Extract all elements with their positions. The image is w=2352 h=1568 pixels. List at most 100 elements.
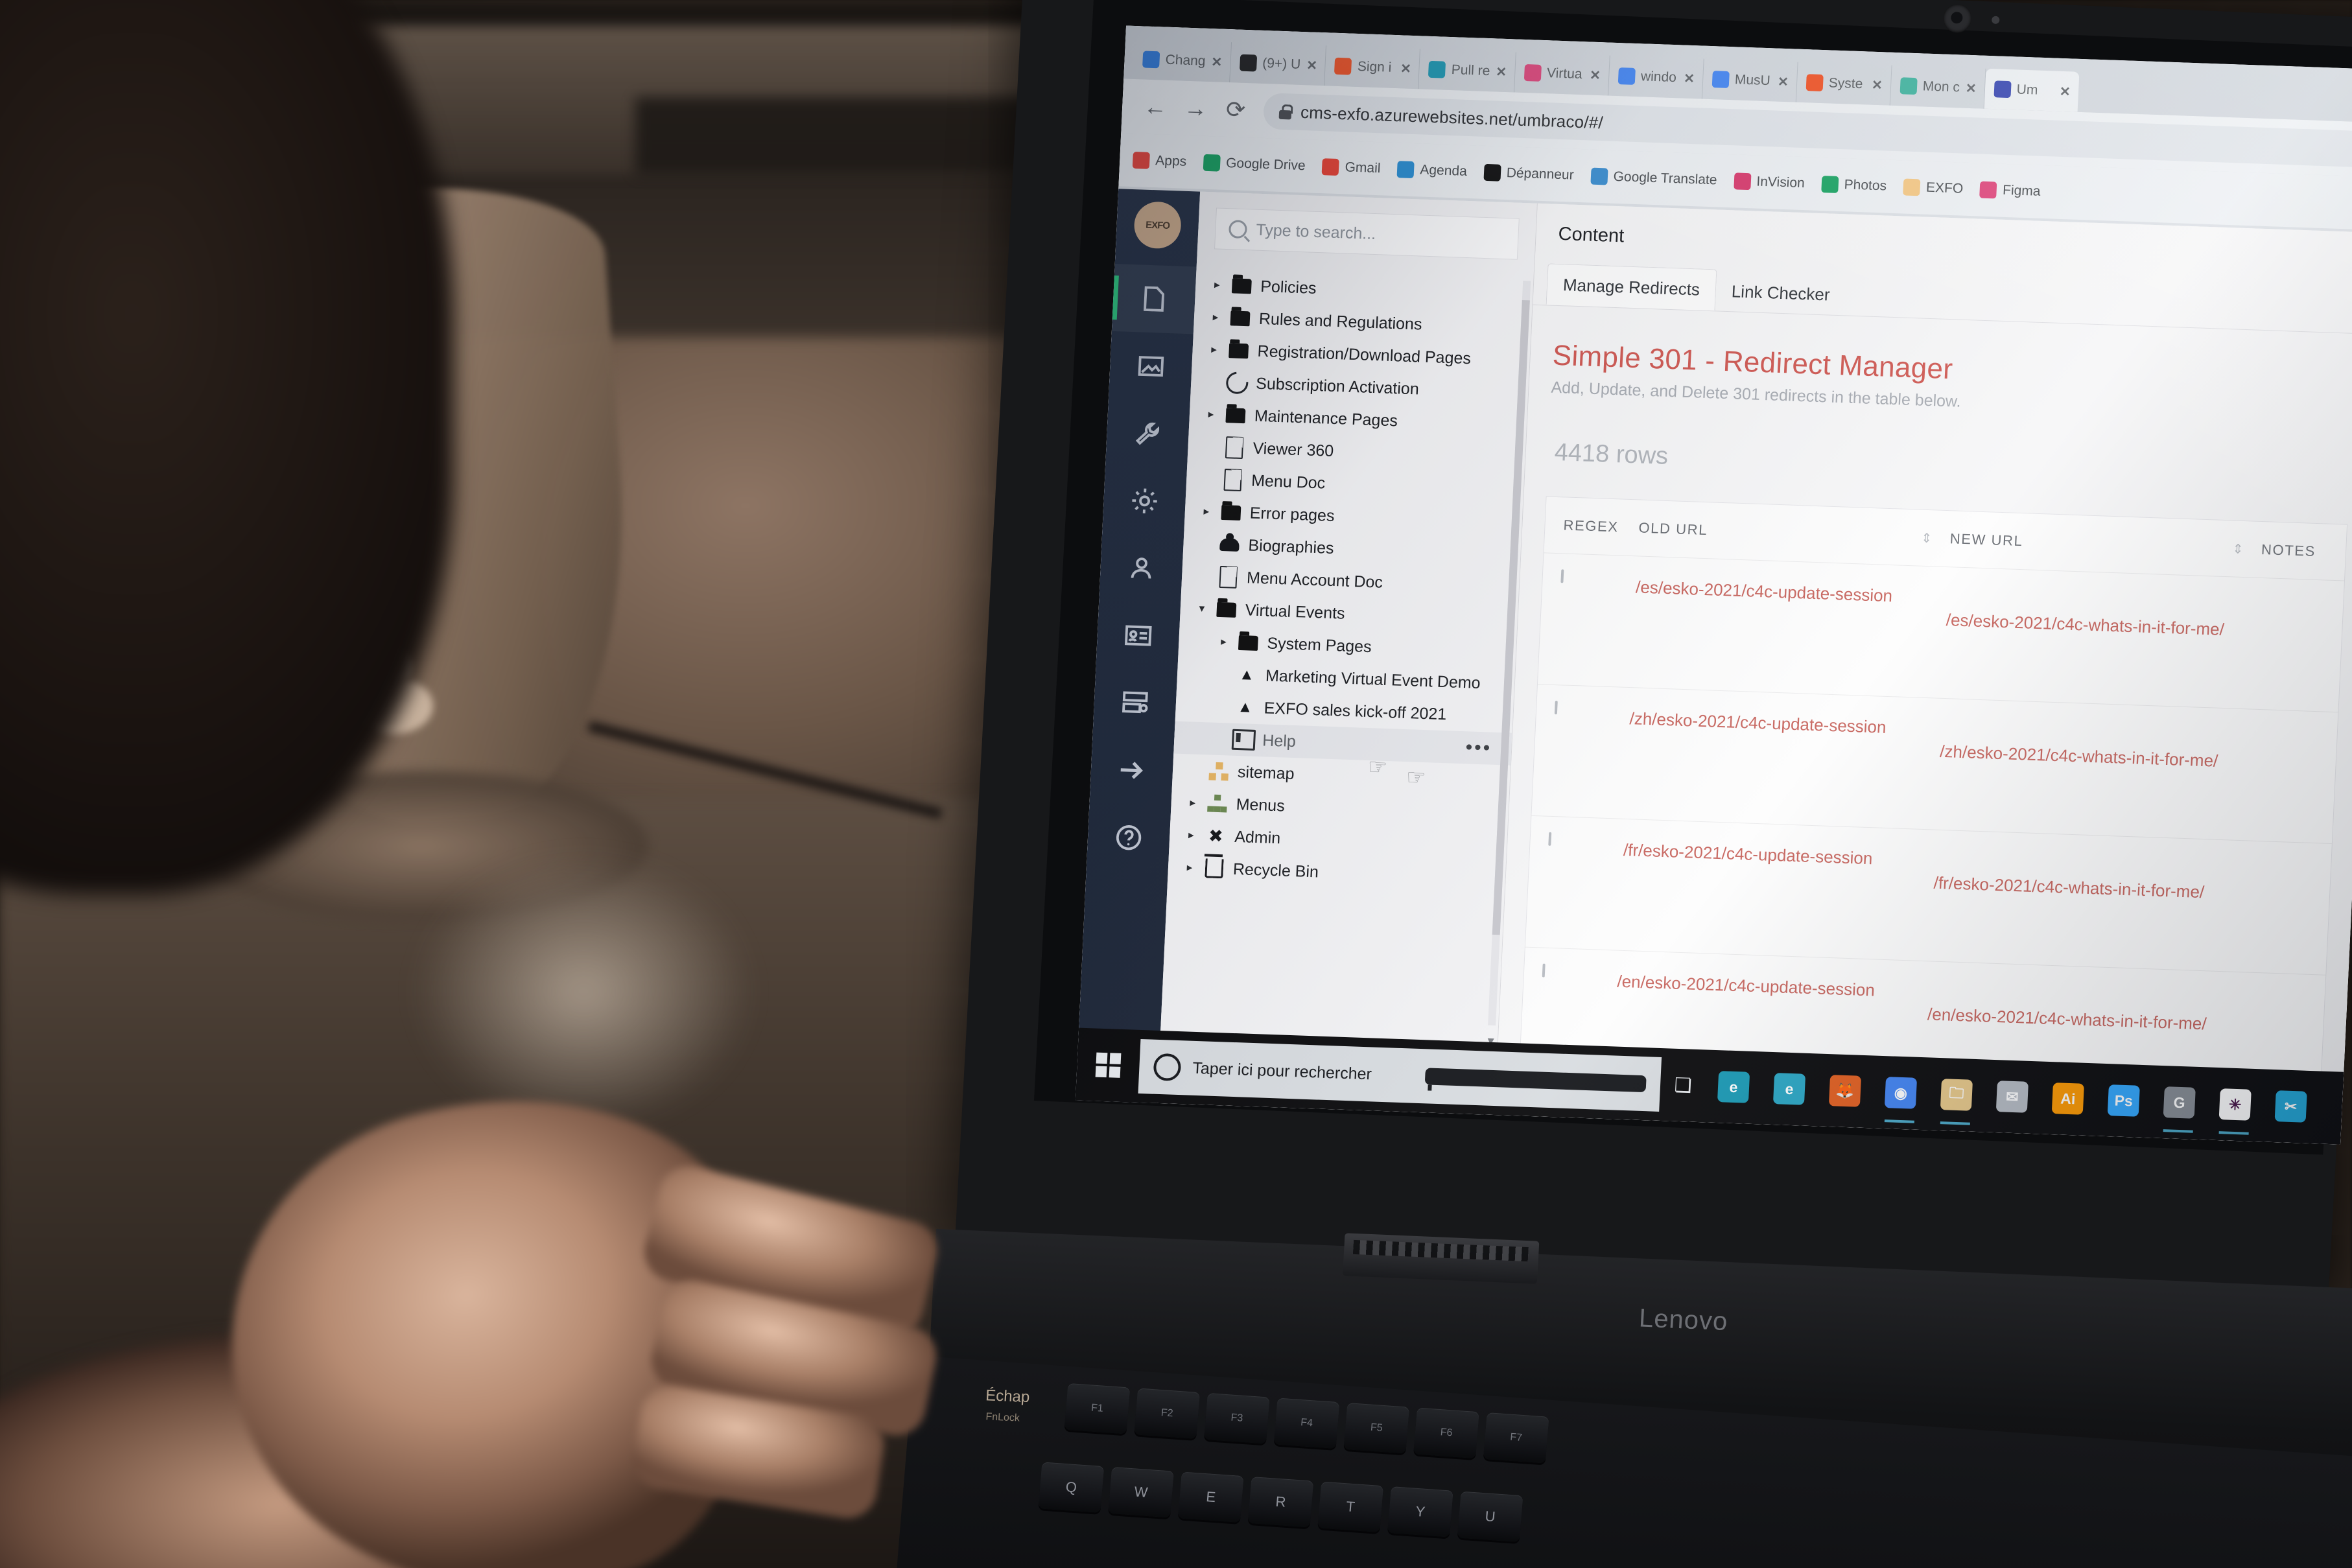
bookmark-item[interactable]: Google Translate — [1590, 167, 1717, 189]
row-select-cell[interactable] — [1560, 569, 1636, 585]
taskbar-app-firefox[interactable]: 🦊 — [1815, 1054, 1874, 1129]
content-tree[interactable]: ▸ Policies ▸ Rules and Regulations ▸ Registra… — [1157, 259, 1534, 1115]
close-icon[interactable]: ✕ — [1684, 70, 1695, 87]
sidebar-item-content[interactable] — [1111, 264, 1197, 334]
chevron-icon[interactable]: ▸ — [1195, 537, 1215, 551]
bookmark-item[interactable]: Apps — [1132, 151, 1187, 170]
search-input[interactable]: Type to search... — [1214, 207, 1520, 260]
row-select-cell[interactable] — [1542, 963, 1618, 979]
key-f2[interactable]: F2 — [1134, 1388, 1200, 1439]
chevron-icon[interactable]: ▸ — [1194, 570, 1214, 583]
taskbar-app-generic-app[interactable]: G — [2150, 1066, 2209, 1140]
sidebar-item-media[interactable] — [1109, 331, 1194, 401]
tab-manage-redirects[interactable]: Manage Redirects — [1546, 263, 1717, 311]
reload-button[interactable]: ⟳ — [1215, 89, 1257, 130]
close-icon[interactable]: ✕ — [1496, 64, 1507, 80]
row-select-cell[interactable] — [1548, 832, 1624, 848]
browser-tab[interactable]: Mon c ✕ — [1890, 65, 1986, 109]
key-e[interactable]: E — [1177, 1471, 1244, 1523]
close-icon[interactable]: ✕ — [1965, 80, 1977, 97]
browser-tab[interactable]: Chang ✕ — [1133, 38, 1232, 83]
key-f6[interactable]: F6 — [1413, 1407, 1479, 1459]
row-select-cell[interactable] — [1554, 701, 1630, 716]
close-icon[interactable]: ✕ — [1871, 76, 1883, 93]
chevron-icon[interactable]: ▸ — [1214, 635, 1234, 649]
chevron-icon[interactable]: ▸ — [1209, 732, 1229, 745]
chevron-icon[interactable]: ▸ — [1201, 408, 1221, 421]
column-header-notes[interactable]: NOTES — [2261, 541, 2346, 561]
key-f5[interactable]: F5 — [1343, 1402, 1410, 1454]
taskbar-app-slack[interactable]: ✳ — [2205, 1068, 2264, 1142]
sidebar-item-members[interactable] — [1096, 600, 1181, 670]
function-key-row[interactable]: F1 F2 F3 F4 F5 F6 F7 — [1064, 1383, 1549, 1464]
sort-icon[interactable]: ⇕ — [2232, 541, 2245, 557]
sidebar-item-forms[interactable] — [1092, 668, 1177, 738]
microphone-icon[interactable] — [1424, 1068, 1647, 1093]
row-checkbox[interactable] — [1542, 963, 1546, 977]
browser-tab[interactable]: Sign i ✕ — [1324, 45, 1421, 89]
close-icon[interactable]: ✕ — [1400, 60, 1412, 77]
escape-key-label[interactable]: Échap — [985, 1387, 1030, 1407]
chevron-icon[interactable]: ▸ — [1182, 796, 1203, 810]
chevron-icon[interactable]: ▸ — [1212, 668, 1232, 681]
row-checkbox[interactable] — [1554, 701, 1558, 715]
chevron-icon[interactable]: ▾ — [1192, 602, 1212, 615]
bookmark-item[interactable]: Dépanneur — [1483, 163, 1574, 184]
taskbar-app-google-chrome[interactable]: ◉ — [1871, 1056, 1930, 1130]
taskbar-app-microsoft-edge[interactable]: e — [1759, 1052, 1818, 1127]
chevron-icon[interactable]: ▸ — [1180, 861, 1200, 874]
taskbar-app-adobe-illustrator[interactable]: Ai — [2038, 1062, 2097, 1136]
sort-icon[interactable]: ⇕ — [1921, 530, 1934, 546]
key-q[interactable]: Q — [1038, 1462, 1105, 1513]
browser-tab[interactable]: (9+) U ✕ — [1229, 42, 1327, 86]
sidebar-item-developer[interactable] — [1102, 466, 1187, 536]
close-icon[interactable]: ✕ — [1211, 54, 1223, 71]
taskbar-app-outlook[interactable]: ✉ — [1982, 1060, 2041, 1134]
key-w[interactable]: W — [1108, 1466, 1174, 1518]
tree-item-options-button[interactable]: ••• — [1465, 736, 1492, 758]
taskbar-search-input[interactable]: Taper ici pour rechercher — [1138, 1038, 1662, 1112]
key-y[interactable]: Y — [1387, 1486, 1453, 1538]
sidebar-item-settings[interactable] — [1105, 399, 1190, 469]
bookmark-item[interactable]: Gmail — [1322, 158, 1381, 177]
column-header-old-url[interactable]: OLD URL ⇕ — [1638, 519, 1951, 547]
bookmark-item[interactable]: Figma — [1979, 181, 2041, 200]
chevron-icon[interactable]: ▸ — [1181, 828, 1201, 842]
bookmark-item[interactable]: Google Drive — [1203, 154, 1306, 174]
browser-tab[interactable]: Virtua ✕ — [1514, 52, 1610, 96]
chevron-icon[interactable]: ▸ — [1198, 473, 1218, 486]
chevron-icon[interactable]: ▸ — [1196, 505, 1216, 519]
taskbar-app-file-explorer[interactable]: 🗀 — [1927, 1058, 1986, 1132]
close-icon[interactable]: ✕ — [2059, 83, 2071, 100]
browser-tab[interactable]: MusU ✕ — [1702, 58, 1798, 102]
browser-tab[interactable]: Syste ✕ — [1796, 62, 1892, 106]
bookmark-item[interactable]: Agenda — [1396, 161, 1468, 180]
row-checkbox[interactable] — [1560, 569, 1564, 583]
sidebar-item-help[interactable] — [1087, 802, 1171, 872]
taskbar-app-visual-studio-code[interactable]: ✂ — [2261, 1070, 2320, 1144]
start-button[interactable] — [1077, 1052, 1140, 1079]
task-view-button[interactable]: ❏ — [1660, 1073, 1706, 1097]
close-icon[interactable]: ✕ — [1778, 73, 1789, 90]
letter-key-row[interactable]: QWERTYU — [1038, 1462, 1523, 1543]
chevron-icon[interactable]: ▸ — [1206, 310, 1226, 324]
chevron-icon[interactable]: ▸ — [1184, 764, 1205, 777]
browser-tab[interactable]: windo ✕ — [1608, 55, 1704, 99]
back-button[interactable]: ← — [1135, 86, 1177, 128]
taskbar-app-adobe-photoshop[interactable]: Ps — [2094, 1064, 2153, 1138]
key-r[interactable]: R — [1247, 1476, 1314, 1528]
key-f4[interactable]: F4 — [1273, 1398, 1340, 1449]
chevron-icon[interactable]: ▸ — [1210, 700, 1230, 714]
taskbar-app-internet-explorer[interactable]: e — [1704, 1050, 1763, 1125]
key-t[interactable]: T — [1317, 1481, 1384, 1533]
chevron-icon[interactable]: ▸ — [1204, 343, 1224, 357]
column-header-new-url[interactable]: NEW URL ⇕ — [1949, 530, 2262, 558]
key-f1[interactable]: F1 — [1064, 1383, 1131, 1434]
bookmark-item[interactable]: EXFO — [1903, 178, 1964, 197]
column-header-regex[interactable]: REGEX — [1563, 517, 1639, 536]
avatar[interactable]: EXFO — [1133, 201, 1182, 250]
bookmark-item[interactable]: Photos — [1821, 176, 1887, 194]
key-f7[interactable]: F7 — [1483, 1412, 1549, 1464]
sidebar-item-translation[interactable] — [1090, 735, 1175, 805]
chevron-icon[interactable]: ▸ — [1199, 440, 1219, 454]
